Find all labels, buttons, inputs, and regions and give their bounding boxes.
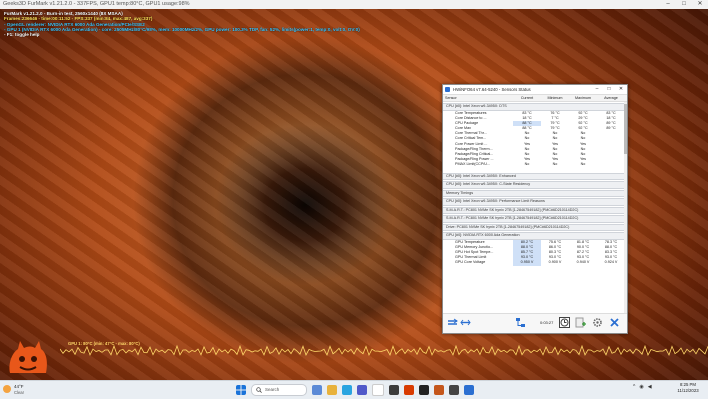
maximize-icon[interactable]: □ <box>603 85 615 94</box>
column-header[interactable]: Sensor <box>443 95 513 101</box>
furmark-taskbar-icon[interactable] <box>434 385 444 395</box>
furmark-osd: FurMark v1.21.2.0 - Burn-in test, 2560x1… <box>4 11 360 37</box>
teams-icon[interactable] <box>357 385 367 395</box>
sensor-group[interactable]: S.M.A.R.T.: PC801 NVMe SK hynix 2TB [1-2… <box>443 206 627 215</box>
sensor-group[interactable]: S.M.A.R.T.: PC801 NVMe SK hynix 2TB [1-2… <box>443 215 627 223</box>
scrollbar[interactable] <box>624 102 627 315</box>
speaker-icon[interactable]: ◀ <box>648 384 652 390</box>
task-view-icon[interactable] <box>312 385 322 395</box>
column-header[interactable]: Current <box>513 95 541 101</box>
system-tray: ^ ◉ ◀ <box>633 384 656 390</box>
window-titlebar[interactable]: Geeks3D FurMark v1.21.2.0 - 337FPS, GPU1… <box>0 0 708 9</box>
hwinfo-titlebar[interactable]: HWiNFO64 v7.64-5240 - Sensors Status – □… <box>443 85 627 95</box>
column-header[interactable]: Minimum <box>541 95 569 101</box>
wifi-icon[interactable]: ◉ <box>639 384 643 390</box>
sensor-value: 0.924 V <box>604 260 618 265</box>
sensor-name: GPU Core Voltage <box>455 260 486 265</box>
sensor-list[interactable]: CPU [#0]: Intel Xeon w9-3495X: DTS Core T… <box>443 102 627 315</box>
sensor-row[interactable]: PMAX Limit(CCP/U... No No No <box>443 162 627 167</box>
hwinfo-app-icon <box>445 87 450 92</box>
expand-collapse-icon[interactable] <box>447 317 458 328</box>
search-icon <box>256 387 262 393</box>
elapsed-timer: 0:03:27 <box>540 320 554 325</box>
close-x-icon[interactable] <box>609 317 620 328</box>
sensor-value: No <box>580 162 586 167</box>
weather-temp: 44°F <box>14 384 24 389</box>
window-title: Geeks3D FurMark v1.21.2.0 - 337FPS, GPU1… <box>3 1 190 7</box>
gpu-z-icon[interactable] <box>449 385 459 395</box>
sensor-group-cpu-dts[interactable]: CPU [#0]: Intel Xeon w9-3495X: DTS <box>443 103 627 111</box>
terminal-icon[interactable] <box>419 385 429 395</box>
sensor-name: PMAX Limit(CCP/U... <box>455 162 491 167</box>
settings-gear-icon[interactable] <box>592 317 603 328</box>
sensor-group[interactable]: CPU [#0]: Intel Xeon w9-3495X: Performan… <box>443 198 627 206</box>
taskbar-search-box[interactable]: Search <box>251 384 307 396</box>
sensor-value: 0.940 V <box>576 260 590 265</box>
sensor-group[interactable]: Memory Timings <box>443 189 627 198</box>
gpu-temp-graph <box>60 344 708 357</box>
sensor-group[interactable]: CPU [#0]: Intel Xeon w9-3495X: C-State R… <box>443 181 627 189</box>
taskbar: 44°F Clear Search ^ ◉ ◀ 8:25 PM 11/12/20… <box>0 380 708 399</box>
sensor-row[interactable]: GPU Core Voltage 0.950 V 0.900 V 0.940 V 0.9… <box>443 260 627 266</box>
office-icon[interactable] <box>404 385 414 395</box>
hwinfo-sensors-window[interactable]: HWiNFO64 v7.64-5240 - Sensors Status – □… <box>442 84 628 334</box>
column-header[interactable]: Average <box>597 95 625 101</box>
minimize-icon[interactable]: – <box>660 0 676 9</box>
sensor-value <box>597 162 625 167</box>
sensor-value: No <box>524 162 530 167</box>
weather-desc: Clear <box>14 390 25 395</box>
sensor-table-header: Sensor Current Minimum Maximum Average <box>443 95 627 102</box>
scrollbar-thumb[interactable] <box>624 104 627 154</box>
sensor-group[interactable]: Drive: PC801 NVMe SK hynix 2TB [1-284675… <box>443 223 627 232</box>
store-icon[interactable] <box>389 385 399 395</box>
weather-widget[interactable]: 44°F Clear <box>3 383 43 397</box>
file-explorer-icon[interactable] <box>327 385 337 395</box>
network-icon[interactable] <box>515 317 526 328</box>
hwinfo-title: HWiNFO64 v7.64-5240 - Sensors Status <box>453 87 531 92</box>
close-icon[interactable]: ✕ <box>692 0 708 9</box>
sensor-value: 0.900 V <box>548 260 562 265</box>
chevron-up-icon[interactable]: ^ <box>633 384 635 390</box>
search-placeholder: Search <box>265 387 280 392</box>
weather-sun-icon <box>3 385 11 393</box>
sensor-value: 0.950 V <box>513 260 541 266</box>
sensor-group-gpu[interactable]: GPU [#0]: NVIDIA RTX 6000 Ada Generation <box>443 232 627 240</box>
minimize-icon[interactable]: – <box>591 85 603 94</box>
hwinfo-toolbar: 0:03:27 <box>443 313 627 333</box>
sensor-value: No <box>552 162 558 167</box>
layout-arrows-icon[interactable] <box>460 317 471 328</box>
close-icon[interactable]: ✕ <box>615 85 627 94</box>
maximize-icon[interactable]: □ <box>676 0 692 9</box>
osd-line: - GPU 1 (NVIDIA RTX 6000 Ada Generation)… <box>4 26 360 32</box>
furmark-logo-icon <box>9 341 47 373</box>
clock-date: 11/12/2023 <box>677 388 699 393</box>
column-header[interactable]: Maximum <box>569 95 597 101</box>
edge-browser-icon[interactable] <box>342 385 352 395</box>
clock-icon[interactable] <box>559 317 570 328</box>
sensor-group[interactable]: CPU [#0]: Intel Xeon w9-3495X: Enhanced <box>443 172 627 181</box>
add-report-icon[interactable] <box>575 317 586 328</box>
chrome-icon[interactable] <box>372 384 384 396</box>
osd-line: - F1: toggle help <box>4 32 40 38</box>
start-windows-icon[interactable] <box>236 385 246 395</box>
taskbar-clock[interactable]: 8:25 PM 11/12/2023 <box>672 382 704 394</box>
hwinfo-taskbar-icon[interactable] <box>464 385 474 395</box>
